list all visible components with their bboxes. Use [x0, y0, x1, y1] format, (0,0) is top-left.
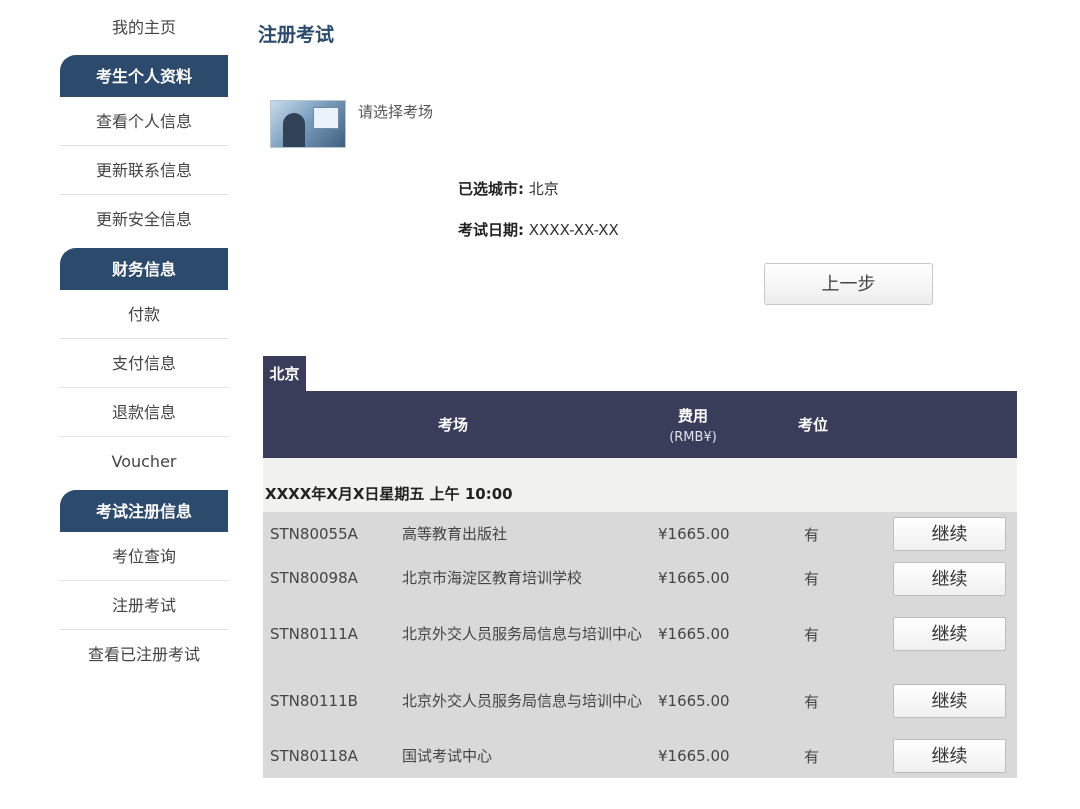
site-code: STN80111A	[270, 625, 358, 643]
seat-availability: 有	[804, 569, 820, 588]
sidebar-section-registration: 考试注册信息	[60, 490, 228, 532]
sidebar-item-update-contact[interactable]: 更新联系信息	[60, 146, 228, 195]
exam-date: 考试日期: XXXX-XX-XX	[458, 219, 619, 240]
previous-step-button[interactable]: 上一步	[764, 263, 933, 305]
site-fee: ¥1665.00	[658, 525, 730, 543]
continue-button[interactable]: 继续	[893, 684, 1006, 718]
table-row: STN80055A 高等教育出版社 ¥1665.00 有 继续	[263, 512, 1017, 556]
sidebar-item-home[interactable]: 我的主页	[60, 0, 228, 48]
site-fee: ¥1665.00	[658, 625, 730, 643]
exam-date-value: XXXX-XX-XX	[528, 221, 619, 239]
selected-city-label: 已选城市:	[458, 180, 524, 198]
header-fee: 费用 (RMB¥)	[669, 406, 717, 445]
sidebar-item-view-profile[interactable]: 查看个人信息	[60, 97, 228, 146]
exam-date-label: 考试日期:	[458, 221, 524, 239]
header-site: 考场	[437, 416, 468, 434]
selected-city-value: 北京	[528, 180, 559, 198]
site-fee: ¥1665.00	[658, 569, 730, 587]
select-site-hint: 请选择考场	[358, 103, 434, 121]
sidebar-item-payment[interactable]: 付款	[60, 290, 228, 339]
table-row: STN80111B 北京外交人员服务局信息与培训中心 ¥1665.00 有 继续	[263, 668, 1017, 734]
site-fee: ¥1665.00	[658, 747, 730, 765]
continue-button[interactable]: 继续	[893, 739, 1006, 773]
site-code: STN80055A	[270, 525, 358, 543]
test-site-list: STN80055A 高等教育出版社 ¥1665.00 有 继续 STN80098…	[263, 512, 1017, 778]
page-title: 注册考试	[258, 24, 335, 46]
site-name: 北京外交人员服务局信息与培训中心	[402, 625, 643, 643]
seat-availability: 有	[804, 525, 820, 544]
site-code: STN80111B	[270, 692, 358, 710]
table-header: 考场 费用 (RMB¥) 考位	[263, 391, 1017, 458]
site-name: 北京外交人员服务局信息与培训中心	[402, 692, 643, 710]
sidebar-section-profile: 考生个人资料	[60, 55, 228, 97]
sidebar-item-registered-exams[interactable]: 查看已注册考试	[42, 630, 246, 679]
sidebar-section-finance: 财务信息	[60, 248, 228, 290]
site-name: 高等教育出版社	[402, 525, 508, 543]
sidebar-item-update-security[interactable]: 更新安全信息	[60, 195, 228, 244]
site-fee: ¥1665.00	[658, 692, 730, 710]
seat-availability: 有	[804, 747, 820, 766]
continue-button[interactable]: 继续	[893, 517, 1006, 551]
sidebar: 我的主页 考生个人资料 查看个人信息 更新联系信息 更新安全信息 财务信息 付款…	[60, 0, 228, 679]
selected-city: 已选城市: 北京	[458, 178, 559, 199]
table-row: STN80111A 北京外交人员服务局信息与培训中心 ¥1665.00 有 继续	[263, 600, 1017, 668]
header-seat: 考位	[797, 416, 828, 434]
sidebar-item-seat-search[interactable]: 考位查询	[60, 532, 228, 581]
continue-button[interactable]: 继续	[893, 617, 1006, 651]
seat-availability: 有	[804, 692, 820, 711]
sidebar-item-voucher[interactable]: Voucher	[60, 437, 228, 486]
city-tab: 北京	[263, 356, 306, 391]
site-name: 北京市海淀区教育培训学校	[402, 569, 583, 587]
sidebar-item-register-exam[interactable]: 注册考试	[60, 581, 228, 630]
continue-button[interactable]: 继续	[893, 562, 1006, 596]
table-row: STN80118A 国试考试中心 ¥1665.00 有 继续	[263, 734, 1017, 778]
seat-availability: 有	[804, 625, 820, 644]
site-code: STN80098A	[270, 569, 358, 587]
sidebar-item-refund-info[interactable]: 退款信息	[60, 388, 228, 437]
site-name: 国试考试中心	[402, 747, 493, 765]
table-row: STN80098A 北京市海淀区教育培训学校 ¥1665.00 有 继续	[263, 556, 1017, 600]
session-datetime: XXXX年X月X日星期五 上午 10:00	[263, 458, 1017, 512]
person-at-computer-icon	[270, 100, 346, 148]
header-fee-unit: (RMB¥)	[669, 429, 717, 445]
sidebar-item-payment-info[interactable]: 支付信息	[60, 339, 228, 388]
site-code: STN80118A	[270, 747, 358, 765]
